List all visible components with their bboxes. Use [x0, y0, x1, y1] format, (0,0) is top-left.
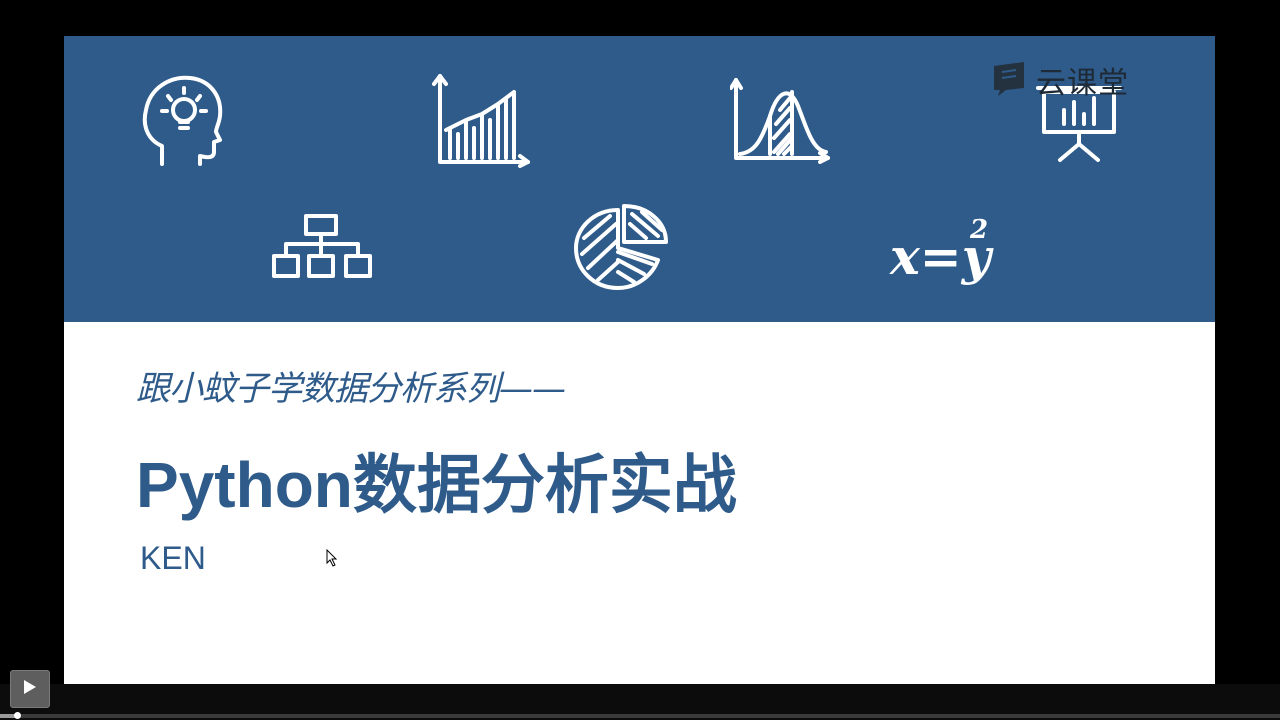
- equation-icon: x=y 2: [886, 208, 996, 290]
- play-icon: [22, 678, 38, 700]
- logo: 云课堂: [992, 60, 1129, 101]
- author-name: KEN: [140, 540, 206, 576]
- bar-chart-icon: [432, 72, 532, 168]
- slide: x=y 2 云课堂 跟小蚊子学数据分析系列—— Python数据分析实战 KEN: [64, 36, 1215, 684]
- logo-icon: [992, 60, 1028, 100]
- progress-handle[interactable]: [14, 712, 21, 719]
- progress-track[interactable]: [0, 714, 1280, 718]
- icon-banner: x=y 2 云课堂: [64, 36, 1215, 322]
- mouse-cursor-icon: [326, 548, 338, 571]
- subtitle: 跟小蚊子学数据分析系列——: [136, 369, 566, 409]
- org-chart-icon: [270, 212, 374, 280]
- logo-text: 云课堂: [1036, 66, 1129, 101]
- pie-chart-icon: [572, 202, 672, 292]
- brain-lightbulb-icon: [140, 74, 226, 168]
- page-title: Python数据分析实战: [136, 449, 737, 521]
- play-button[interactable]: [10, 670, 50, 708]
- bell-curve-icon: [730, 76, 832, 164]
- equation-exponent: 2: [969, 215, 988, 245]
